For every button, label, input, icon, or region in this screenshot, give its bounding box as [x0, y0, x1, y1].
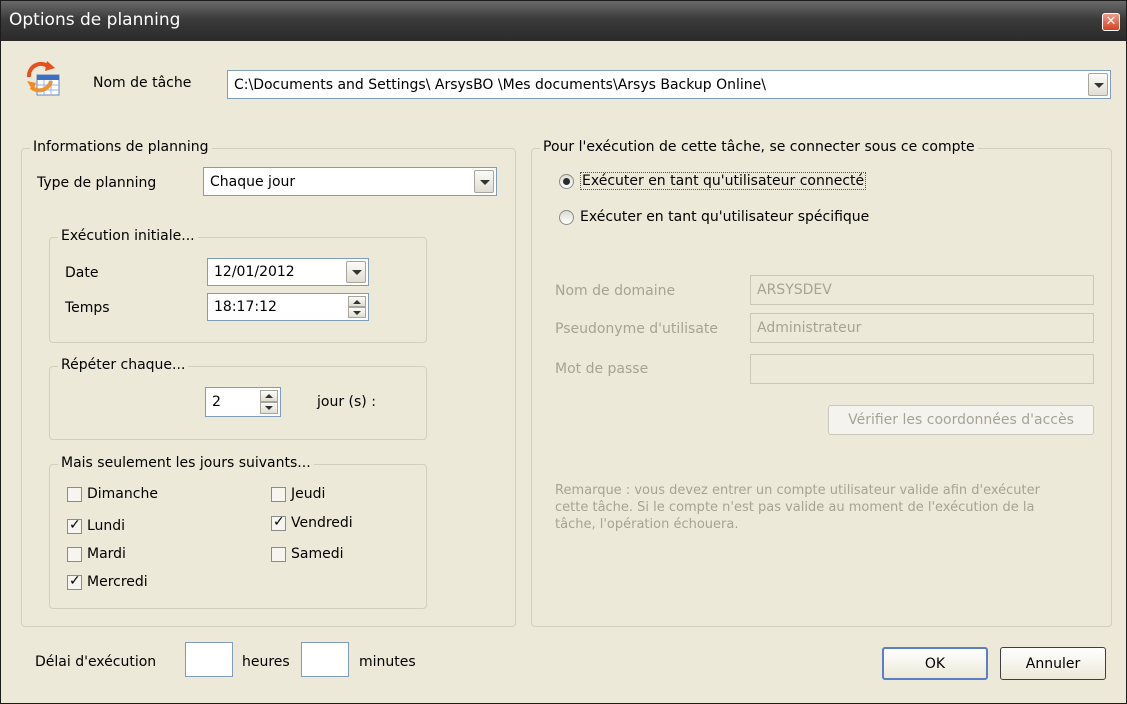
schedule-type-label: Type de planning: [37, 175, 157, 191]
days-legend: Mais seulement les jours suivants...: [58, 455, 314, 471]
dialog-window: Options de planning ✕ Nom de tâche C:\Do…: [0, 0, 1127, 704]
radio-dot[interactable]: [559, 173, 574, 189]
repeat-spinner[interactable]: 2: [205, 387, 281, 417]
schedule-type-value: Chaque jour: [210, 173, 296, 190]
username-value: Administrateur: [757, 320, 862, 336]
radio-connected-label: Exécuter en tant qu'utilisateur connecté: [580, 172, 867, 190]
checkbox-box[interactable]: [67, 573, 82, 590]
checkbox-mercredi[interactable]: Mercredi: [67, 573, 148, 590]
delay-label: Délai d'exécution: [35, 654, 157, 670]
day-label: Mardi: [87, 546, 126, 562]
radio-specific-label: Exécuter en tant qu'utilisateur spécifiq…: [580, 209, 870, 225]
checkbox-box[interactable]: [271, 514, 286, 531]
spin-down-icon[interactable]: [348, 307, 366, 318]
task-name-label: Nom de tâche: [93, 75, 192, 91]
spin-up-icon[interactable]: [348, 296, 366, 307]
checkbox-samedi[interactable]: Samedi: [271, 546, 344, 562]
verify-credentials-label: Vérifier les coordonnées d'accès: [848, 412, 1074, 428]
date-value: 12/01/2012: [214, 264, 295, 280]
day-label: Samedi: [291, 546, 344, 562]
spin-down-icon[interactable]: [260, 402, 278, 414]
time-spin-buttons[interactable]: [348, 296, 366, 318]
task-name-value: C:\Documents and Settings\ ArsysBO \Mes …: [234, 76, 766, 93]
checkbox-box[interactable]: [67, 546, 82, 562]
initial-execution-legend: Exécution initiale...: [58, 228, 198, 244]
title-bar: Options de planning ✕: [1, 1, 1126, 41]
checkbox-jeudi[interactable]: Jeudi: [271, 486, 325, 502]
schedule-type-combobox[interactable]: Chaque jour: [203, 167, 497, 196]
hours-label: heures: [242, 654, 290, 670]
checkbox-box[interactable]: [67, 517, 82, 534]
repeat-unit-label: jour (s) :: [317, 394, 376, 410]
hours-input[interactable]: [185, 642, 233, 677]
checkbox-dimanche[interactable]: Dimanche: [67, 486, 158, 502]
time-value: 18:17:12: [214, 299, 277, 315]
task-name-combobox[interactable]: C:\Documents and Settings\ ArsysBO \Mes …: [227, 70, 1111, 99]
checkbox-box[interactable]: [271, 546, 286, 562]
cancel-label: Annuler: [1025, 655, 1081, 672]
spin-up-icon[interactable]: [260, 390, 278, 402]
verify-credentials-button[interactable]: Vérifier les coordonnées d'accès: [828, 405, 1094, 435]
checkbox-lundi[interactable]: Lundi: [67, 517, 126, 534]
radio-connected-user[interactable]: Exécuter en tant qu'utilisateur connecté: [559, 172, 867, 190]
password-label: Mot de passe: [555, 361, 649, 377]
day-label: Jeudi: [291, 486, 326, 502]
checkbox-box[interactable]: [67, 486, 82, 502]
chevron-down-icon[interactable]: [1088, 73, 1108, 96]
domain-value: ARSYSDEV: [757, 282, 832, 298]
dialog-body: Nom de tâche C:\Documents and Settings\ …: [9, 41, 1120, 699]
domain-label: Nom de domaine: [555, 283, 676, 299]
repeat-legend: Répéter chaque...: [58, 357, 189, 373]
repeat-value: 2: [212, 394, 221, 410]
time-label: Temps: [65, 300, 110, 316]
cancel-button[interactable]: Annuler: [1000, 647, 1106, 680]
username-label: Pseudonyme d'utilisate: [555, 321, 719, 337]
minutes-label: minutes: [359, 654, 416, 670]
date-label: Date: [65, 265, 99, 281]
account-legend: Pour l'exécution de cette tâche, se conn…: [540, 139, 978, 155]
day-label: Lundi: [87, 518, 126, 534]
account-note: Remarque : vous devez entrer un compte u…: [555, 483, 1040, 532]
date-picker[interactable]: 12/01/2012: [207, 258, 369, 286]
ok-button[interactable]: OK: [882, 647, 988, 680]
close-icon[interactable]: ✕: [1102, 13, 1120, 31]
checkbox-box[interactable]: [271, 486, 286, 502]
radio-dot[interactable]: [559, 209, 574, 225]
checkbox-mardi[interactable]: Mardi: [67, 546, 126, 562]
calendar-dropdown-icon[interactable]: [346, 261, 366, 283]
task-schedule-icon: [23, 59, 63, 99]
repeat-spin-buttons[interactable]: [260, 390, 278, 414]
domain-field[interactable]: ARSYSDEV: [750, 275, 1094, 305]
time-spinner[interactable]: 18:17:12: [207, 293, 369, 321]
initial-execution-group: Exécution initiale...: [49, 228, 427, 343]
schedule-info-legend: Informations de planning: [30, 139, 212, 155]
window-title: Options de planning: [9, 10, 181, 30]
minutes-input[interactable]: [301, 642, 349, 677]
checkbox-vendredi[interactable]: Vendredi: [271, 514, 353, 531]
day-label: Mercredi: [87, 574, 148, 590]
password-field[interactable]: [750, 354, 1094, 384]
day-label: Dimanche: [87, 486, 158, 502]
ok-label: OK: [924, 655, 946, 672]
day-label: Vendredi: [291, 515, 353, 531]
username-field[interactable]: Administrateur: [750, 313, 1094, 343]
radio-specific-user[interactable]: Exécuter en tant qu'utilisateur spécifiq…: [559, 209, 869, 225]
chevron-down-icon[interactable]: [474, 170, 494, 193]
